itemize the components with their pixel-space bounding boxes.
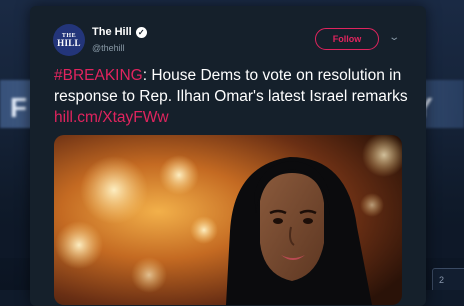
background-text-left: F <box>10 92 28 123</box>
tweet-url-link[interactable]: hill.cm/XtayFWw <box>54 109 169 126</box>
tweet-card: THE HILL The Hill ✓ @thehill Follow ⌄ #B… <box>30 6 426 306</box>
follow-button[interactable]: Follow <box>315 28 379 50</box>
portrait-photo <box>54 135 402 305</box>
chevron-down-icon[interactable]: ⌄ <box>388 32 400 43</box>
avatar-text-bottom: HILL <box>57 37 81 48</box>
avatar[interactable]: THE HILL <box>53 24 85 56</box>
background-widget-text: 2 <box>439 275 445 285</box>
author-handle[interactable]: @thehill <box>92 43 125 53</box>
tweet-photo[interactable] <box>54 135 402 305</box>
background-widget: 2 <box>432 268 464 290</box>
hashtag-link[interactable]: #BREAKING <box>54 67 143 84</box>
author-name-row: The Hill ✓ <box>92 26 147 38</box>
verified-badge-icon: ✓ <box>135 26 147 38</box>
author-display-name[interactable]: The Hill <box>92 26 132 38</box>
tweet-text: #BREAKING: House Dems to vote on resolut… <box>54 65 414 128</box>
